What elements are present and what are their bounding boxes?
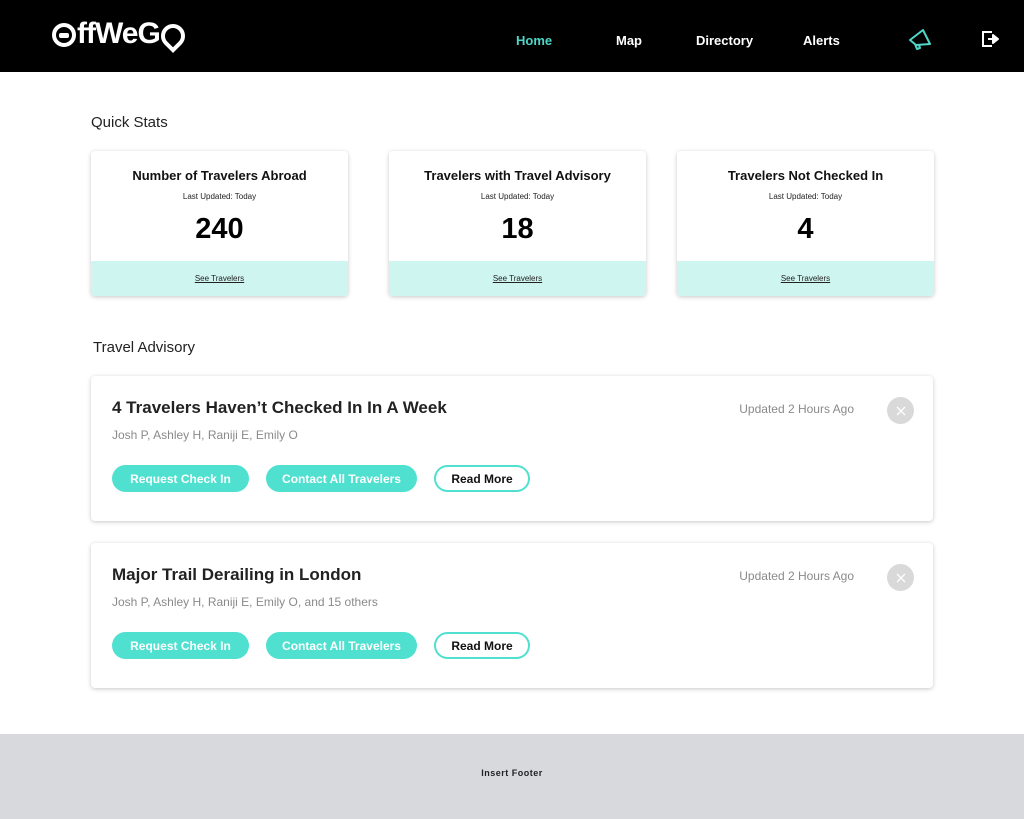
stat-value: 240 [195,213,244,245]
stat-title: Number of Travelers Abroad [132,168,307,183]
contact-all-travelers-button[interactable]: Contact All Travelers [266,465,417,492]
advisory-updated: Updated 2 Hours Ago [739,402,854,416]
stat-value: 18 [501,213,534,245]
stat-card-travelers-abroad: Number of Travelers Abroad Last Updated:… [91,151,348,296]
see-travelers-link[interactable]: See Travelers [195,274,244,283]
nav-home[interactable]: Home [516,33,552,48]
stat-updated: Last Updated: Today [768,192,843,201]
close-icon [896,573,905,582]
advisory-card: 4 Travelers Haven’t Checked In In A Week… [91,376,933,521]
top-nav: ffWeG Home Map Directory Alerts [0,0,1024,72]
stat-updated: Last Updated: Today [480,192,555,201]
logout-icon[interactable] [978,26,1004,52]
contact-all-travelers-button[interactable]: Contact All Travelers [266,632,417,659]
stat-value: 4 [797,213,814,245]
advisory-title: Major Trail Derailing in London [112,565,362,584]
dismiss-button[interactable] [887,397,914,424]
stat-updated: Last Updated: Today [182,192,257,201]
nav-map[interactable]: Map [616,33,642,48]
logo-pin-icon [155,19,190,53]
advisory-travelers: Josh P, Ashley H, Raniji E, Emily O, and… [112,595,378,609]
footer-text: Insert Footer [481,768,543,778]
see-travelers-link[interactable]: See Travelers [493,274,542,283]
stat-title: Travelers Not Checked In [727,168,884,183]
dismiss-button[interactable] [887,564,914,591]
nav-alerts[interactable]: Alerts [803,33,840,48]
stat-footer: See Travelers [677,261,934,296]
stat-card-travel-advisory: Travelers with Travel Advisory Last Upda… [389,151,646,296]
logo-bus-icon [52,23,76,47]
stat-title: Travelers with Travel Advisory [424,168,611,183]
quick-stats-title: Quick Stats [91,114,168,131]
advisory-title: 4 Travelers Haven’t Checked In In A Week [112,398,447,417]
read-more-button[interactable]: Read More [434,465,530,492]
travel-advisory-title: Travel Advisory [93,339,195,356]
stat-card-not-checked-in: Travelers Not Checked In Last Updated: T… [677,151,934,296]
see-travelers-link[interactable]: See Travelers [781,274,830,283]
advisory-card: Major Trail Derailing in London Josh P, … [91,543,933,688]
megaphone-icon[interactable] [907,26,933,52]
read-more-button[interactable]: Read More [434,632,530,659]
logo[interactable]: ffWeG [52,16,190,53]
stat-footer: See Travelers [91,261,348,296]
stat-footer: See Travelers [389,261,646,296]
nav-directory[interactable]: Directory [696,33,753,48]
footer: Insert Footer [0,734,1024,819]
request-check-in-button[interactable]: Request Check In [112,632,249,659]
advisory-updated: Updated 2 Hours Ago [739,569,854,583]
request-check-in-button[interactable]: Request Check In [112,465,249,492]
close-icon [896,406,905,415]
advisory-travelers: Josh P, Ashley H, Raniji E, Emily O [112,428,298,442]
